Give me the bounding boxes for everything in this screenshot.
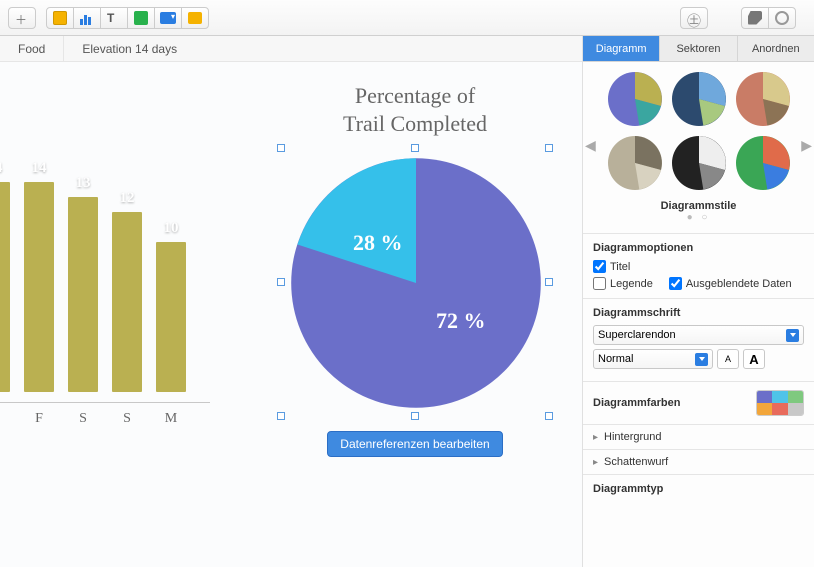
resize-handle[interactable] [277, 412, 285, 420]
bar-value: 10 [164, 220, 179, 237]
chart-font-section: Diagrammschrift Superclarendon Normal A … [583, 298, 814, 381]
edit-data-references-button[interactable]: Datenreferenzen bearbeiten [327, 431, 502, 457]
canvas[interactable]: 14 14 13 12 10 T F S S M Percentage of T… [0, 62, 582, 567]
axis-label: T [0, 411, 10, 427]
resize-handle[interactable] [545, 144, 553, 152]
image-icon [160, 12, 176, 24]
add-button[interactable] [8, 7, 36, 29]
globe-icon [687, 11, 701, 25]
pie-chart-selection[interactable]: 28 % 72 % [280, 147, 550, 417]
resize-handle[interactable] [545, 278, 553, 286]
styles-prev-button[interactable]: ◀ [581, 133, 600, 158]
sheet-tab-label: Food [18, 42, 45, 56]
chart-colors-section: Diagrammfarben [583, 381, 814, 424]
insert-comment-button[interactable] [181, 7, 209, 29]
insert-chart-button[interactable] [73, 7, 101, 29]
insert-shape-button[interactable] [127, 7, 155, 29]
chart-styles: ◀ ▶ Diagrammstile ● ○ [583, 62, 814, 233]
paint-icon [748, 11, 762, 25]
comment-icon [188, 12, 202, 24]
document-button[interactable] [768, 7, 796, 29]
bar-value: 14 [32, 160, 47, 177]
section-heading: Diagrammoptionen [593, 242, 804, 254]
pie-title: Percentage of Trail Completed [270, 82, 560, 137]
bar-value: 14 [0, 160, 3, 177]
chart-style-option[interactable] [672, 72, 726, 126]
sheet-tab[interactable]: Food [0, 36, 64, 61]
font-family-select[interactable]: Superclarendon [593, 325, 804, 345]
pie-chart-group: Percentage of Trail Completed 28 % 72 % … [270, 82, 560, 457]
resize-handle[interactable] [545, 412, 553, 420]
grid-icon [53, 11, 67, 25]
sheet-tab-label: Elevation 14 days [82, 42, 177, 56]
chart-styles-label: Diagrammstile [589, 200, 808, 212]
hidden-data-checkbox[interactable] [669, 277, 682, 290]
chart-style-option[interactable] [608, 72, 662, 126]
bar-value: 13 [76, 175, 91, 192]
font-larger-button[interactable]: A [743, 349, 765, 369]
axis-label: S [68, 411, 98, 427]
view-grid-button[interactable] [46, 7, 74, 29]
font-style-select[interactable]: Normal [593, 349, 713, 369]
option-title[interactable]: Titel [593, 260, 630, 273]
inspector-tab-sectors[interactable]: Sektoren [660, 36, 737, 61]
section-heading: Diagrammtyp [593, 483, 804, 495]
resize-handle[interactable] [277, 278, 285, 286]
title-checkbox[interactable] [593, 260, 606, 273]
option-legend[interactable]: Legende [593, 277, 653, 290]
inspector-tab-diagram[interactable]: Diagramm [583, 36, 660, 61]
resize-handle[interactable] [277, 144, 285, 152]
chevron-down-icon [786, 329, 799, 342]
toolbar [0, 0, 814, 36]
plus-icon [15, 11, 29, 25]
pie-chart[interactable] [286, 153, 546, 413]
legend-checkbox[interactable] [593, 277, 606, 290]
chart-style-option[interactable] [736, 72, 790, 126]
chart-style-option[interactable] [672, 136, 726, 190]
sheet-tab[interactable]: Elevation 14 days [64, 36, 196, 61]
bar-value: 12 [120, 190, 135, 207]
bar-chart[interactable]: 14 14 13 12 10 T F S S M [0, 162, 210, 462]
axis-label: F [24, 411, 54, 427]
insert-text-button[interactable] [100, 7, 128, 29]
bars-icon [80, 11, 94, 25]
pie-slice-label: 72 % [436, 308, 486, 334]
shadow-disclosure[interactable]: Schattenwurf [583, 449, 814, 474]
bar-axis: T F S S M [0, 402, 210, 427]
axis-label: S [112, 411, 142, 427]
chevron-down-icon [695, 353, 708, 366]
styles-next-button[interactable]: ▶ [797, 133, 814, 158]
language-button[interactable] [680, 7, 708, 29]
chart-colors-button[interactable] [756, 390, 804, 416]
style-page-dots[interactable]: ● ○ [589, 212, 808, 223]
ring-icon [775, 11, 789, 25]
section-heading: Diagrammfarben [593, 397, 680, 409]
insert-media-button[interactable] [154, 7, 182, 29]
axis-label: M [156, 411, 186, 427]
chart-type-section: Diagrammtyp [583, 474, 814, 521]
background-disclosure[interactable]: Hintergrund [583, 424, 814, 449]
chart-style-option[interactable] [608, 136, 662, 190]
inspector-tab-arrange[interactable]: Anordnen [738, 36, 814, 61]
text-icon [107, 11, 121, 25]
shape-icon [134, 11, 148, 25]
inspector-tabs: Diagramm Sektoren Anordnen [583, 36, 814, 62]
resize-handle[interactable] [411, 144, 419, 152]
font-smaller-button[interactable]: A [717, 349, 739, 369]
option-hidden-data[interactable]: Ausgeblendete Daten [669, 277, 792, 290]
chart-options-section: Diagrammoptionen Titel Legende Ausgeblen… [583, 233, 814, 298]
pie-slice-label: 28 % [353, 230, 403, 256]
format-button[interactable] [741, 7, 769, 29]
chart-style-option[interactable] [736, 136, 790, 190]
format-inspector: Diagramm Sektoren Anordnen ◀ ▶ Diagramms… [582, 36, 814, 567]
resize-handle[interactable] [411, 412, 419, 420]
section-heading: Diagrammschrift [593, 307, 804, 319]
